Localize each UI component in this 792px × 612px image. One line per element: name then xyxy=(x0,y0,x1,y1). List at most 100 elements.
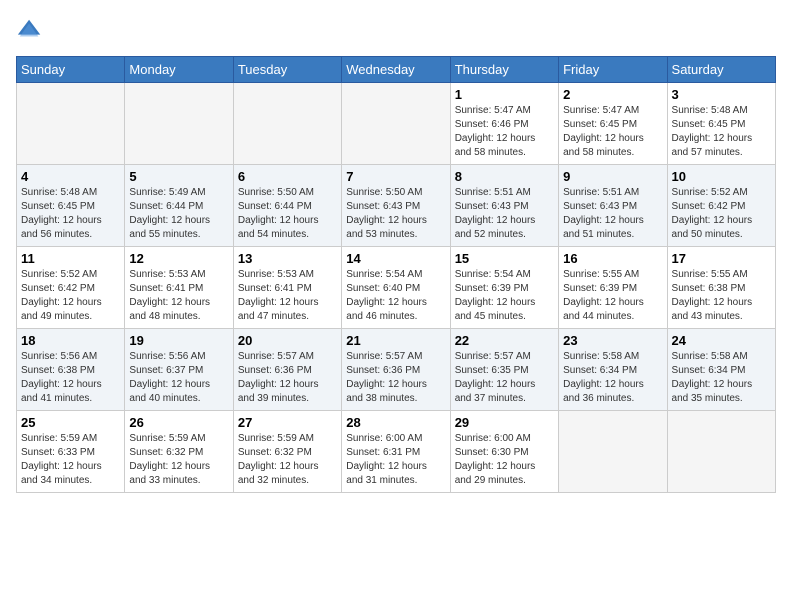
day-number: 4 xyxy=(21,169,120,184)
day-number: 12 xyxy=(129,251,228,266)
day-detail: Sunrise: 5:53 AMSunset: 6:41 PMDaylight:… xyxy=(129,268,228,324)
day-detail: Sunrise: 5:59 AMSunset: 6:32 PMDaylight:… xyxy=(238,432,337,488)
day-detail: Sunrise: 5:57 AMSunset: 6:36 PMDaylight:… xyxy=(346,350,445,406)
day-header-sunday: Sunday xyxy=(17,57,125,83)
day-number: 27 xyxy=(238,415,337,430)
day-detail: Sunrise: 5:54 AMSunset: 6:39 PMDaylight:… xyxy=(455,268,554,324)
day-number: 23 xyxy=(563,333,662,348)
day-number: 9 xyxy=(563,169,662,184)
calendar-table: SundayMondayTuesdayWednesdayThursdayFrid… xyxy=(16,56,776,493)
day-number: 5 xyxy=(129,169,228,184)
calendar-cell: 17 Sunrise: 5:55 AMSunset: 6:38 PMDayligh… xyxy=(667,247,775,329)
calendar-cell: 25 Sunrise: 5:59 AMSunset: 6:33 PMDayligh… xyxy=(17,411,125,493)
day-detail: Sunrise: 5:51 AMSunset: 6:43 PMDaylight:… xyxy=(455,186,554,242)
day-header-thursday: Thursday xyxy=(450,57,558,83)
day-number: 21 xyxy=(346,333,445,348)
calendar-cell xyxy=(342,83,450,165)
day-number: 7 xyxy=(346,169,445,184)
day-number: 1 xyxy=(455,87,554,102)
day-detail: Sunrise: 5:52 AMSunset: 6:42 PMDaylight:… xyxy=(672,186,771,242)
calendar-cell: 19 Sunrise: 5:56 AMSunset: 6:37 PMDayligh… xyxy=(125,329,233,411)
day-detail: Sunrise: 5:50 AMSunset: 6:44 PMDaylight:… xyxy=(238,186,337,242)
logo-icon xyxy=(16,16,44,44)
calendar-cell: 20Sunrise: 5:57 AMSunset: 6:36 PMDayligh… xyxy=(233,329,341,411)
day-detail: Sunrise: 5:55 AMSunset: 6:39 PMDaylight:… xyxy=(563,268,662,324)
calendar-cell: 13 Sunrise: 5:53 AMSunset: 6:41 PMDayligh… xyxy=(233,247,341,329)
day-detail: Sunrise: 5:52 AMSunset: 6:42 PMDaylight:… xyxy=(21,268,120,324)
calendar-cell: 5 Sunrise: 5:49 AMSunset: 6:44 PMDaylight… xyxy=(125,165,233,247)
day-header-monday: Monday xyxy=(125,57,233,83)
day-detail: Sunrise: 5:47 AMSunset: 6:45 PMDaylight:… xyxy=(563,104,662,160)
calendar-cell: 24 Sunrise: 5:58 AMSunset: 6:34 PMDayligh… xyxy=(667,329,775,411)
calendar-cell: 11 Sunrise: 5:52 AMSunset: 6:42 PMDayligh… xyxy=(17,247,125,329)
day-detail: Sunrise: 5:57 AMSunset: 6:36 PMDaylight:… xyxy=(238,350,337,406)
calendar-cell: 10 Sunrise: 5:52 AMSunset: 6:42 PMDayligh… xyxy=(667,165,775,247)
calendar-week-5: 25 Sunrise: 5:59 AMSunset: 6:33 PMDayligh… xyxy=(17,411,776,493)
day-number: 17 xyxy=(672,251,771,266)
day-number: 11 xyxy=(21,251,120,266)
day-detail: Sunrise: 5:48 AMSunset: 6:45 PMDaylight:… xyxy=(21,186,120,242)
calendar-cell: 29 Sunrise: 6:00 AMSunset: 6:30 PMDayligh… xyxy=(450,411,558,493)
calendar-cell xyxy=(17,83,125,165)
day-detail: Sunrise: 5:58 AMSunset: 6:34 PMDaylight:… xyxy=(672,350,771,406)
day-detail: Sunrise: 5:49 AMSunset: 6:44 PMDaylight:… xyxy=(129,186,228,242)
day-detail: Sunrise: 5:58 AMSunset: 6:34 PMDaylight:… xyxy=(563,350,662,406)
day-number: 19 xyxy=(129,333,228,348)
day-number: 14 xyxy=(346,251,445,266)
day-detail: Sunrise: 5:50 AMSunset: 6:43 PMDaylight:… xyxy=(346,186,445,242)
day-number: 26 xyxy=(129,415,228,430)
calendar-week-4: 18 Sunrise: 5:56 AMSunset: 6:38 PMDayligh… xyxy=(17,329,776,411)
day-number: 29 xyxy=(455,415,554,430)
calendar-cell: 8 Sunrise: 5:51 AMSunset: 6:43 PMDaylight… xyxy=(450,165,558,247)
day-detail: Sunrise: 5:54 AMSunset: 6:40 PMDaylight:… xyxy=(346,268,445,324)
day-detail: Sunrise: 5:55 AMSunset: 6:38 PMDaylight:… xyxy=(672,268,771,324)
day-number: 16 xyxy=(563,251,662,266)
day-detail: Sunrise: 6:00 AMSunset: 6:31 PMDaylight:… xyxy=(346,432,445,488)
calendar-cell: 18 Sunrise: 5:56 AMSunset: 6:38 PMDayligh… xyxy=(17,329,125,411)
calendar-week-3: 11 Sunrise: 5:52 AMSunset: 6:42 PMDayligh… xyxy=(17,247,776,329)
calendar-cell: 23 Sunrise: 5:58 AMSunset: 6:34 PMDayligh… xyxy=(559,329,667,411)
day-detail: Sunrise: 5:57 AMSunset: 6:35 PMDaylight:… xyxy=(455,350,554,406)
day-number: 25 xyxy=(21,415,120,430)
day-number: 13 xyxy=(238,251,337,266)
day-detail: Sunrise: 5:56 AMSunset: 6:38 PMDaylight:… xyxy=(21,350,120,406)
day-detail: Sunrise: 5:59 AMSunset: 6:32 PMDaylight:… xyxy=(129,432,228,488)
day-number: 2 xyxy=(563,87,662,102)
day-header-wednesday: Wednesday xyxy=(342,57,450,83)
calendar-cell: 14 Sunrise: 5:54 AMSunset: 6:40 PMDayligh… xyxy=(342,247,450,329)
day-number: 6 xyxy=(238,169,337,184)
calendar-cell: 16 Sunrise: 5:55 AMSunset: 6:39 PMDayligh… xyxy=(559,247,667,329)
day-detail: Sunrise: 5:47 AMSunset: 6:46 PMDaylight:… xyxy=(455,104,554,160)
day-number: 18 xyxy=(21,333,120,348)
day-number: 8 xyxy=(455,169,554,184)
calendar-cell xyxy=(233,83,341,165)
calendar-cell: 26 Sunrise: 5:59 AMSunset: 6:32 PMDayligh… xyxy=(125,411,233,493)
calendar-cell xyxy=(667,411,775,493)
calendar-cell: 12 Sunrise: 5:53 AMSunset: 6:41 PMDayligh… xyxy=(125,247,233,329)
day-detail: Sunrise: 5:48 AMSunset: 6:45 PMDaylight:… xyxy=(672,104,771,160)
calendar-cell: 1 Sunrise: 5:47 AMSunset: 6:46 PMDaylight… xyxy=(450,83,558,165)
day-header-saturday: Saturday xyxy=(667,57,775,83)
day-header-tuesday: Tuesday xyxy=(233,57,341,83)
calendar-header-row: SundayMondayTuesdayWednesdayThursdayFrid… xyxy=(17,57,776,83)
calendar-week-2: 4 Sunrise: 5:48 AMSunset: 6:45 PMDaylight… xyxy=(17,165,776,247)
calendar-week-1: 1 Sunrise: 5:47 AMSunset: 6:46 PMDaylight… xyxy=(17,83,776,165)
day-header-friday: Friday xyxy=(559,57,667,83)
day-number: 22 xyxy=(455,333,554,348)
day-detail: Sunrise: 6:00 AMSunset: 6:30 PMDaylight:… xyxy=(455,432,554,488)
calendar-cell: 2 Sunrise: 5:47 AMSunset: 6:45 PMDaylight… xyxy=(559,83,667,165)
day-detail: Sunrise: 5:56 AMSunset: 6:37 PMDaylight:… xyxy=(129,350,228,406)
day-number: 24 xyxy=(672,333,771,348)
calendar-cell: 9Sunrise: 5:51 AMSunset: 6:43 PMDaylight… xyxy=(559,165,667,247)
day-detail: Sunrise: 5:59 AMSunset: 6:33 PMDaylight:… xyxy=(21,432,120,488)
calendar-cell xyxy=(559,411,667,493)
day-detail: Sunrise: 5:53 AMSunset: 6:41 PMDaylight:… xyxy=(238,268,337,324)
day-number: 28 xyxy=(346,415,445,430)
day-number: 3 xyxy=(672,87,771,102)
calendar-cell: 27 Sunrise: 5:59 AMSunset: 6:32 PMDayligh… xyxy=(233,411,341,493)
calendar-cell: 21 Sunrise: 5:57 AMSunset: 6:36 PMDayligh… xyxy=(342,329,450,411)
calendar-cell: 6 Sunrise: 5:50 AMSunset: 6:44 PMDaylight… xyxy=(233,165,341,247)
page-header xyxy=(16,16,776,44)
calendar-cell: 3 Sunrise: 5:48 AMSunset: 6:45 PMDaylight… xyxy=(667,83,775,165)
day-number: 10 xyxy=(672,169,771,184)
